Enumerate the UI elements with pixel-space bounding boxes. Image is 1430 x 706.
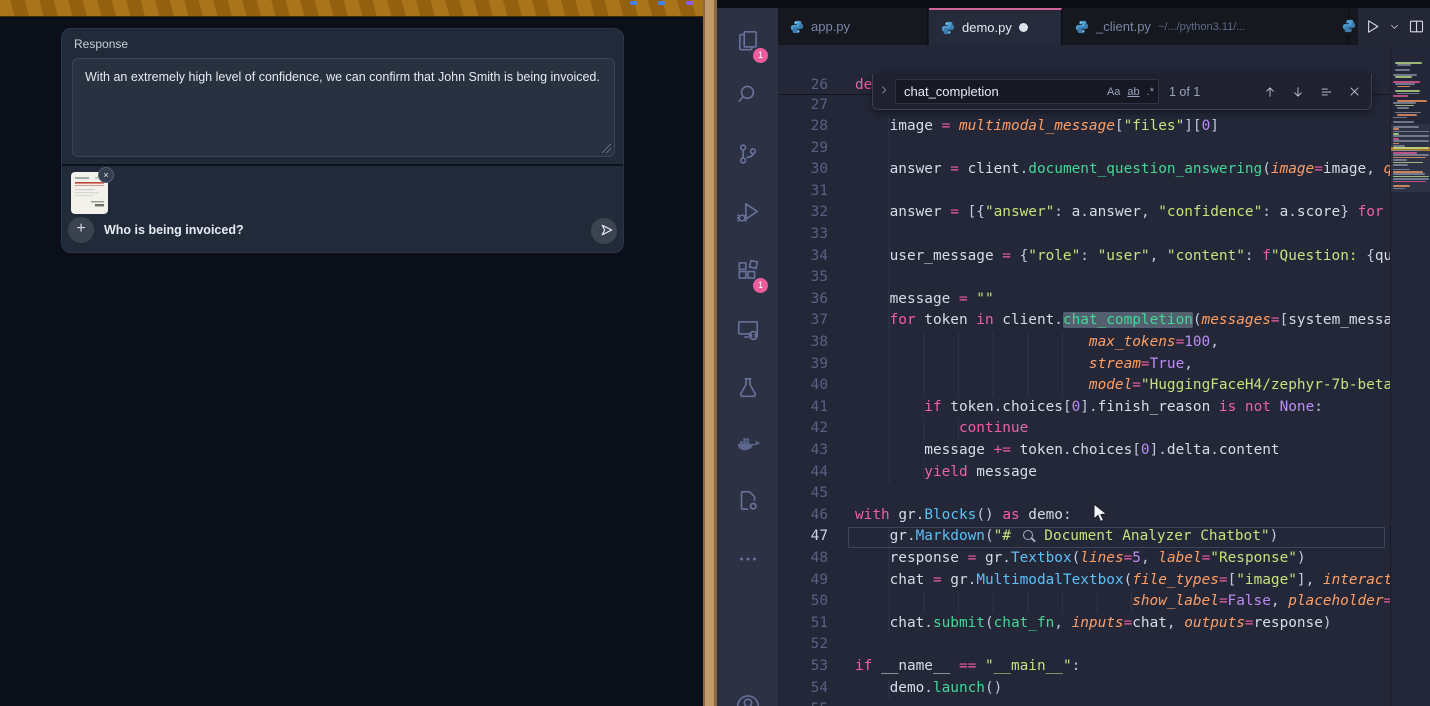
find-results-count: 1 of 1 [1169,85,1200,99]
account-icon[interactable] [717,680,778,706]
docker-icon[interactable] [717,421,778,469]
vscode-window: 1 1 [717,0,1430,706]
find-widget: chat_completion Aa ab .* 1 of 1 [872,74,1372,110]
current-line-highlight [848,527,1385,549]
find-in-selection-icon[interactable] [1319,85,1334,99]
editor-actions [1358,8,1430,45]
modified-dot-icon[interactable] [1019,23,1028,32]
component-divider [62,164,623,166]
regex-toggle[interactable]: .* [1147,86,1154,98]
tab-label: app.py [811,19,850,34]
whole-word-toggle[interactable]: ab [1127,86,1139,98]
gradio-card: Response With an extremely high level of… [61,28,624,253]
code-editor[interactable]: 26 def 27 28 image = multimodal_message[… [778,45,1390,706]
remove-attachment-button[interactable]: × [98,167,114,183]
explorer-icon[interactable]: 1 [717,17,778,65]
task-file-gear-icon[interactable] [717,477,778,525]
browser-icon-fragment [658,1,665,5]
gradio-app-pane: Response With an extremely high level of… [0,0,703,706]
search-icon[interactable] [717,70,778,118]
more-ellipsis-icon[interactable] [717,535,778,583]
python-icon [941,21,955,35]
multimodal-input-row: + Who is being invoiced? [62,217,623,247]
window-top-strip [717,0,1430,8]
next-match-icon[interactable] [1291,85,1305,99]
activity-bar: 1 1 [717,8,778,706]
match-case-toggle[interactable]: Aa [1107,86,1120,98]
minimap[interactable] [1390,45,1430,706]
remote-explorer-icon[interactable] [717,306,778,354]
browser-icon-fragment [686,1,693,5]
explorer-badge: 1 [753,48,768,63]
find-query[interactable]: chat_completion [904,84,999,99]
response-text: With an extremely high level of confiden… [85,70,600,84]
tab-label: _client.py [1096,19,1151,34]
tab-app-py[interactable]: app.py [778,8,928,45]
resize-handle-icon[interactable] [602,144,611,153]
extensions-icon[interactable]: 1 [717,247,778,295]
python-icon [790,20,804,34]
close-find-icon[interactable] [1348,85,1361,98]
chevron-down-icon[interactable] [1389,21,1400,32]
response-label: Response [74,37,128,51]
striped-progress-bar [0,0,703,17]
chat-input-text[interactable]: Who is being invoiced? [104,223,244,237]
send-button[interactable] [591,218,617,244]
browser-icon-fragment [630,1,637,5]
tab-description: ~/.../python3.11/... [1158,21,1246,33]
add-file-button[interactable]: + [68,217,94,243]
toggle-replace-chevron-icon[interactable] [873,84,895,100]
tab-label: demo.py [962,20,1012,35]
run-debug-icon[interactable] [717,188,778,236]
window-divider[interactable] [703,0,717,706]
python-icon-partial [1342,19,1356,33]
split-editor-icon[interactable] [1408,18,1425,35]
tab-client-py[interactable]: _client.py ~/.../python3.11/... [1063,8,1349,45]
response-textarea[interactable]: With an extremely high level of confiden… [72,58,615,157]
previous-match-icon[interactable] [1263,85,1277,99]
tab-demo-py[interactable]: demo.py [929,8,1062,45]
code-lines: 27 28 image = multimodal_message["files"… [778,95,1390,706]
source-control-icon[interactable] [717,130,778,178]
send-icon [600,223,614,237]
testing-icon[interactable] [717,364,778,412]
run-file-icon[interactable] [1364,18,1381,35]
tab-bar: app.py demo.py _client.py ~/.../python3.… [778,8,1430,45]
mouse-cursor [1093,503,1108,524]
extensions-badge: 1 [753,278,768,293]
screen: Response With an extremely high level of… [0,0,1430,706]
find-input[interactable]: chat_completion Aa ab .* [895,79,1159,104]
python-icon [1075,20,1089,34]
